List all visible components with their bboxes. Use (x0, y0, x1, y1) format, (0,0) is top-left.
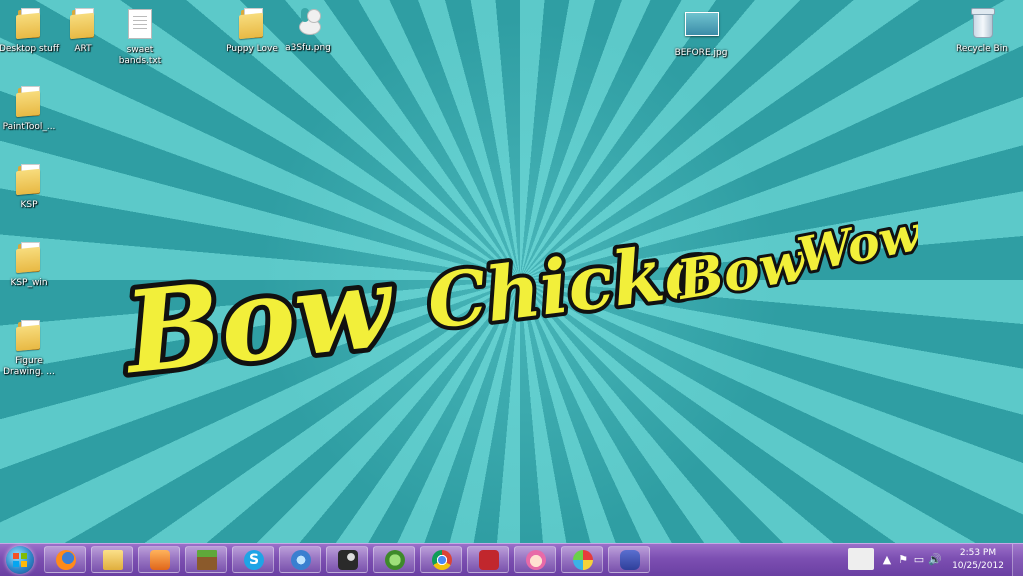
image-file-icon (685, 12, 719, 46)
desktop-icon-label: KSP_win (10, 278, 48, 288)
taskbar-button-media-player[interactable] (138, 546, 180, 573)
minecraft-icon (197, 550, 217, 570)
show-desktop-button[interactable] (1012, 544, 1023, 576)
paint-icon (573, 550, 593, 570)
desktop-icon-label: Recycle Bin (956, 44, 1008, 54)
taskbar-button-acrobat[interactable] (467, 546, 509, 573)
taskbar-button-gameboy[interactable] (608, 546, 650, 573)
skype-icon: S (244, 550, 264, 570)
recycle-bin-icon (966, 8, 998, 42)
pen-tablet-icon[interactable] (848, 548, 874, 570)
desktop[interactable]: Desktop stuff ART swaet bands.txt Puppy … (0, 0, 1023, 543)
taskbar-button-game[interactable] (373, 546, 415, 573)
clock-time: 2:53 PM (959, 548, 997, 558)
taskbar-button-minecraft[interactable] (185, 546, 227, 573)
desktop-icon-art[interactable]: ART (51, 6, 115, 55)
system-tray: ▲ ⚑ ▭ 🔊 2:53 PM 10/25/2012 (848, 544, 1023, 576)
desktop-icon-label: ART (74, 44, 92, 54)
text-file-icon (124, 9, 156, 43)
folder-icon (13, 242, 45, 276)
desktop-icon-label: Figure Drawing. ... (3, 356, 55, 377)
headline-word-2: Chicka (423, 226, 716, 346)
folder-icon (236, 8, 268, 42)
desktop-icon-painttool[interactable]: PaintTool_... (0, 84, 61, 133)
folder-icon (67, 8, 99, 42)
folder-icon (13, 8, 45, 42)
windows-logo-icon (13, 553, 27, 567)
desktop-icon-ksp[interactable]: KSP (0, 162, 61, 211)
folder-icon (13, 164, 45, 198)
folder-icon (13, 86, 45, 120)
game-icon (385, 550, 405, 570)
desktop-icon-ksp-win[interactable]: KSP_win (0, 240, 61, 289)
pony-image-icon (292, 7, 324, 41)
network-icon[interactable]: ▭ (912, 553, 926, 567)
gameboy-icon (620, 550, 640, 570)
action-center-flag-icon[interactable]: ⚑ (896, 553, 910, 567)
character-icon (526, 550, 546, 570)
wallpaper-headline: Bow Chicka Bow Wow (118, 205, 918, 395)
start-button[interactable] (2, 544, 40, 576)
taskbar-button-firefox[interactable] (44, 546, 86, 573)
desktop-icon-label: KSP (20, 200, 38, 210)
volume-icon[interactable]: 🔊 (928, 553, 942, 567)
desktop-icon-label: swaet bands.txt (118, 45, 162, 66)
desktop-icon-a3sfu[interactable]: a3Sfu.png (276, 6, 340, 54)
headline-word-1: Bow (118, 241, 401, 395)
desktop-icon-swaet-bands[interactable]: swaet bands.txt (108, 6, 172, 67)
folder-icon (103, 550, 123, 570)
desktop-icon-label: a3Sfu.png (285, 43, 331, 53)
taskbar-button-itunes[interactable] (279, 546, 321, 573)
desktop-icon-recycle-bin[interactable]: Recycle Bin (950, 6, 1014, 55)
acrobat-icon (479, 550, 499, 570)
clock-date: 10/25/2012 (952, 561, 1004, 571)
chrome-icon (432, 550, 452, 570)
taskbar-button-paint[interactable] (561, 546, 603, 573)
media-player-icon (150, 550, 170, 570)
desktop-icon-before-jpg[interactable]: BEFORE.jpg (669, 6, 733, 59)
steam-icon (338, 550, 358, 570)
taskbar-button-steam[interactable] (326, 546, 368, 573)
pdf-folder-icon (13, 320, 45, 354)
desktop-icon-label: PaintTool_... (2, 122, 56, 132)
headline-word-4: Wow (793, 205, 918, 284)
taskbar-button-skype[interactable]: S (232, 546, 274, 573)
show-hidden-icons-arrow-icon[interactable]: ▲ (880, 553, 894, 567)
taskbar-button-chrome[interactable] (420, 546, 462, 573)
desktop-icon-label: BEFORE.jpg (674, 48, 728, 58)
taskbar: S ▲ ⚑ ▭ 🔊 2:53 PM 10/25/2012 (0, 543, 1023, 576)
taskbar-button-explorer[interactable] (91, 546, 133, 573)
desktop-icon-puppy-love[interactable]: Puppy Love (220, 6, 284, 55)
itunes-icon (291, 550, 311, 570)
taskbar-clock[interactable]: 2:53 PM 10/25/2012 (947, 547, 1009, 573)
desktop-icon-figure-drawing[interactable]: Figure Drawing. ... (0, 318, 61, 378)
desktop-icon-label: Puppy Love (226, 44, 278, 54)
firefox-icon (56, 550, 76, 570)
taskbar-button-anime-app[interactable] (514, 546, 556, 573)
